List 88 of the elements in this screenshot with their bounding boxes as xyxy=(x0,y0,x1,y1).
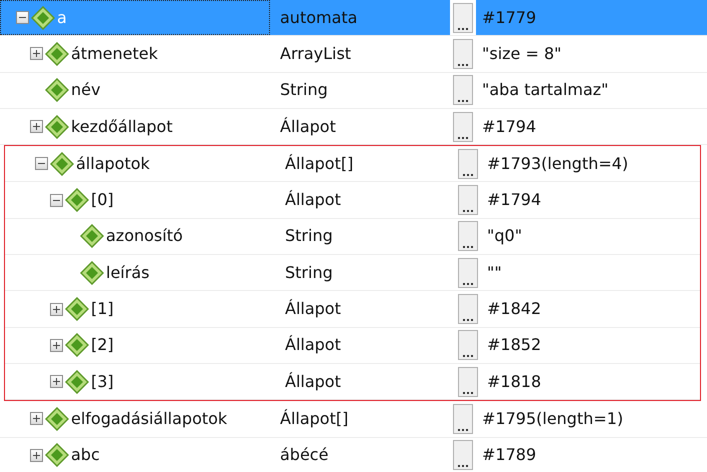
variable-name: név xyxy=(71,79,100,102)
expand-toggle[interactable] xyxy=(30,448,43,462)
type-name: Állapot xyxy=(285,298,341,320)
value-text: #1789 xyxy=(482,444,536,466)
value-text: #1852 xyxy=(487,334,542,356)
diamond-icon xyxy=(65,188,89,212)
variable-name: abc xyxy=(71,444,100,466)
ellipsis-icon xyxy=(463,282,473,285)
edit-button[interactable] xyxy=(453,2,473,33)
ellipsis-icon xyxy=(463,210,473,212)
edit-button[interactable] xyxy=(458,366,478,397)
ellipsis-icon xyxy=(458,465,468,468)
value-text: #1779 xyxy=(482,6,536,29)
edit-button[interactable] xyxy=(453,38,473,69)
edit-button[interactable] xyxy=(453,112,473,142)
expand-toggle[interactable] xyxy=(50,338,63,352)
diamond-icon xyxy=(31,6,55,30)
variable-name: elfogadásiállapotok xyxy=(71,408,228,430)
variable-name: átmenetek xyxy=(71,42,158,65)
value-text: "q0" xyxy=(487,225,522,248)
value-text: "aba tartalmaz" xyxy=(482,79,609,102)
ellipsis-icon xyxy=(458,64,468,66)
value-text: #1794 xyxy=(487,189,542,212)
expand-toggle[interactable] xyxy=(50,375,63,388)
variable-name: [2] xyxy=(91,334,114,356)
value-text: #1795(length=1) xyxy=(482,408,624,430)
ellipsis-icon xyxy=(458,136,468,139)
type-name: Állapot xyxy=(280,116,336,138)
type-name: Állapot xyxy=(285,189,341,212)
value-text: #1793(length=4) xyxy=(487,152,628,175)
diamond-icon xyxy=(65,333,89,358)
diamond-icon xyxy=(50,152,74,176)
type-name: ArrayList xyxy=(280,42,352,65)
type-name: String xyxy=(285,225,333,248)
variable-name: [0] xyxy=(91,189,114,212)
edit-button[interactable] xyxy=(453,404,473,434)
type-name: ábécé xyxy=(280,444,328,466)
diamond-icon xyxy=(45,443,69,468)
edit-button[interactable] xyxy=(453,440,473,470)
variable-name: állapotok xyxy=(76,152,150,175)
value-text: "" xyxy=(487,262,502,284)
collapse-toggle[interactable] xyxy=(16,11,29,24)
edit-button[interactable] xyxy=(458,221,478,252)
ellipsis-icon xyxy=(458,100,468,102)
expand-toggle[interactable] xyxy=(30,120,43,134)
expand-toggle[interactable] xyxy=(50,302,63,316)
ellipsis-icon xyxy=(463,392,473,394)
ellipsis-icon xyxy=(463,246,473,248)
variable-name: a xyxy=(57,6,67,29)
collapse-toggle[interactable] xyxy=(50,194,63,207)
ellipsis-icon xyxy=(463,355,473,358)
value-text: #1818 xyxy=(487,370,542,393)
type-name: Állapot xyxy=(285,370,341,393)
variable-name: leírás xyxy=(106,262,150,284)
diamond-icon xyxy=(65,370,89,394)
type-name: String xyxy=(285,262,333,284)
edit-button[interactable] xyxy=(458,185,478,216)
value-text: "size = 8" xyxy=(482,42,562,65)
type-name: Állapot[] xyxy=(285,152,354,175)
type-name: automata xyxy=(280,6,358,29)
diamond-icon xyxy=(45,42,69,66)
ellipsis-icon xyxy=(458,28,468,30)
type-name: Állapot xyxy=(285,334,341,356)
type-name: String xyxy=(280,79,328,102)
expand-toggle[interactable] xyxy=(30,412,43,426)
collapse-toggle[interactable] xyxy=(35,157,48,170)
variable-name: [3] xyxy=(91,370,114,393)
variable-name: [1] xyxy=(91,298,114,320)
expand-toggle[interactable] xyxy=(30,47,43,60)
ellipsis-icon xyxy=(458,428,468,431)
diamond-icon xyxy=(45,406,69,431)
diamond-icon xyxy=(80,224,104,248)
edit-button[interactable] xyxy=(458,294,478,324)
variable-name: kezdőállapot xyxy=(71,116,173,138)
ellipsis-icon xyxy=(463,319,473,322)
diamond-icon xyxy=(45,114,69,139)
edit-button[interactable] xyxy=(458,258,478,288)
diamond-icon xyxy=(45,78,69,102)
diamond-icon xyxy=(80,260,104,285)
variable-name: azonosító xyxy=(106,225,183,248)
value-text: #1794 xyxy=(482,116,536,138)
diamond-icon xyxy=(65,297,89,322)
value-text: #1842 xyxy=(487,298,542,320)
edit-button[interactable] xyxy=(458,330,478,360)
edit-button[interactable] xyxy=(458,148,478,179)
ellipsis-icon xyxy=(463,174,473,176)
edit-button[interactable] xyxy=(453,75,473,106)
type-name: Állapot[] xyxy=(280,408,348,430)
